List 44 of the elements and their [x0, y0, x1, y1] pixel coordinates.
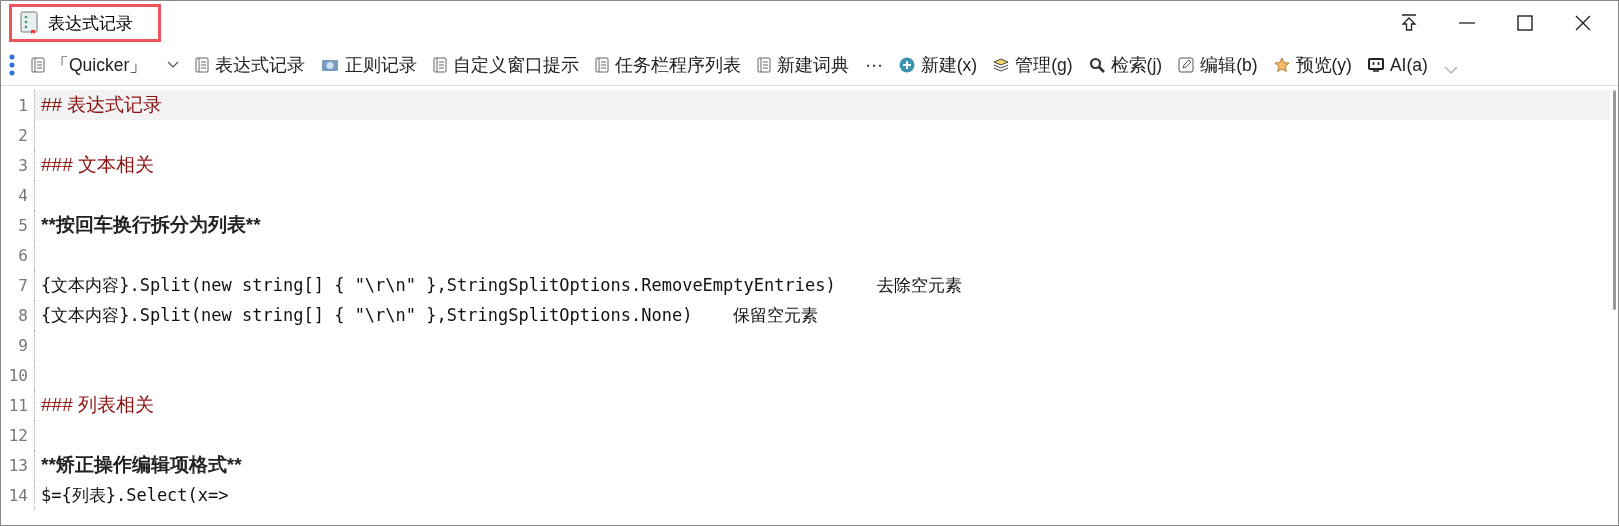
bold-line: **矫正操作编辑项格式**	[40, 453, 242, 477]
toolbar-button[interactable]: AI(a)	[1367, 54, 1428, 76]
document-icon	[195, 57, 210, 73]
close-icon	[1575, 15, 1591, 31]
notebook-icon	[20, 11, 38, 35]
toolbar-button[interactable]: ⋯	[865, 54, 883, 76]
toolbar-button[interactable]: 正则记录	[321, 53, 418, 77]
toolbar-button[interactable]: 「Quicker」	[31, 53, 180, 77]
pin-icon	[1401, 14, 1417, 32]
code-line: {文本内容}.Split(new string[] { "\r\n" },StringSplitOptions.RemoveEmptyEntries) 去除空元素	[40, 273, 962, 297]
toolbar-button[interactable]: 表达式记录	[195, 53, 306, 77]
image-icon	[321, 58, 340, 72]
line-number: 1	[1, 90, 35, 120]
toolbar-button[interactable]: 编辑(b)	[1178, 53, 1258, 77]
toolbar-button[interactable]: 任务栏程序列表	[595, 53, 742, 77]
monitor-icon	[1367, 57, 1384, 73]
plus-icon	[898, 57, 915, 73]
heading-line: ## 表达式记录	[40, 93, 163, 117]
layers-icon	[993, 58, 1010, 72]
bold-line: **按回车换行拆分为列表**	[40, 213, 261, 237]
toolbar-button[interactable]: 新建词典	[757, 53, 850, 77]
minimize-icon	[1459, 22, 1475, 24]
code-line: $={列表}.Select(x=>	[40, 483, 229, 507]
scrollbar-thumb[interactable]	[1612, 90, 1616, 310]
pencil-icon	[1178, 57, 1195, 73]
toolbar-button[interactable]: 检索(j)	[1088, 53, 1163, 77]
more-vertical-icon[interactable]	[9, 54, 15, 76]
toolbar-button[interactable]: 新建(x)	[898, 53, 978, 77]
chevron-down-icon	[167, 61, 180, 69]
toolbar-button[interactable]: 自定义窗口提示	[433, 53, 580, 77]
code-line: {文本内容}.Split(new string[] { "\r\n" },StringSplitOptions.None) 保留空元素	[40, 303, 819, 327]
toolbar-button[interactable]: 预览(y)	[1273, 53, 1352, 77]
document-icon	[433, 57, 448, 73]
document-icon	[31, 57, 45, 73]
chevron-down-icon[interactable]	[1443, 66, 1458, 74]
toolbar-button[interactable]: 管理(g)	[993, 53, 1073, 77]
heading-line: ### 列表相关	[40, 393, 154, 417]
document-icon	[595, 57, 610, 73]
search-icon	[1088, 57, 1105, 73]
window-title: 表达式记录	[48, 12, 133, 35]
maximize-icon	[1517, 15, 1533, 31]
star-icon	[1273, 57, 1290, 73]
document-icon	[757, 57, 772, 73]
heading-line: ### 文本相关	[40, 153, 154, 177]
